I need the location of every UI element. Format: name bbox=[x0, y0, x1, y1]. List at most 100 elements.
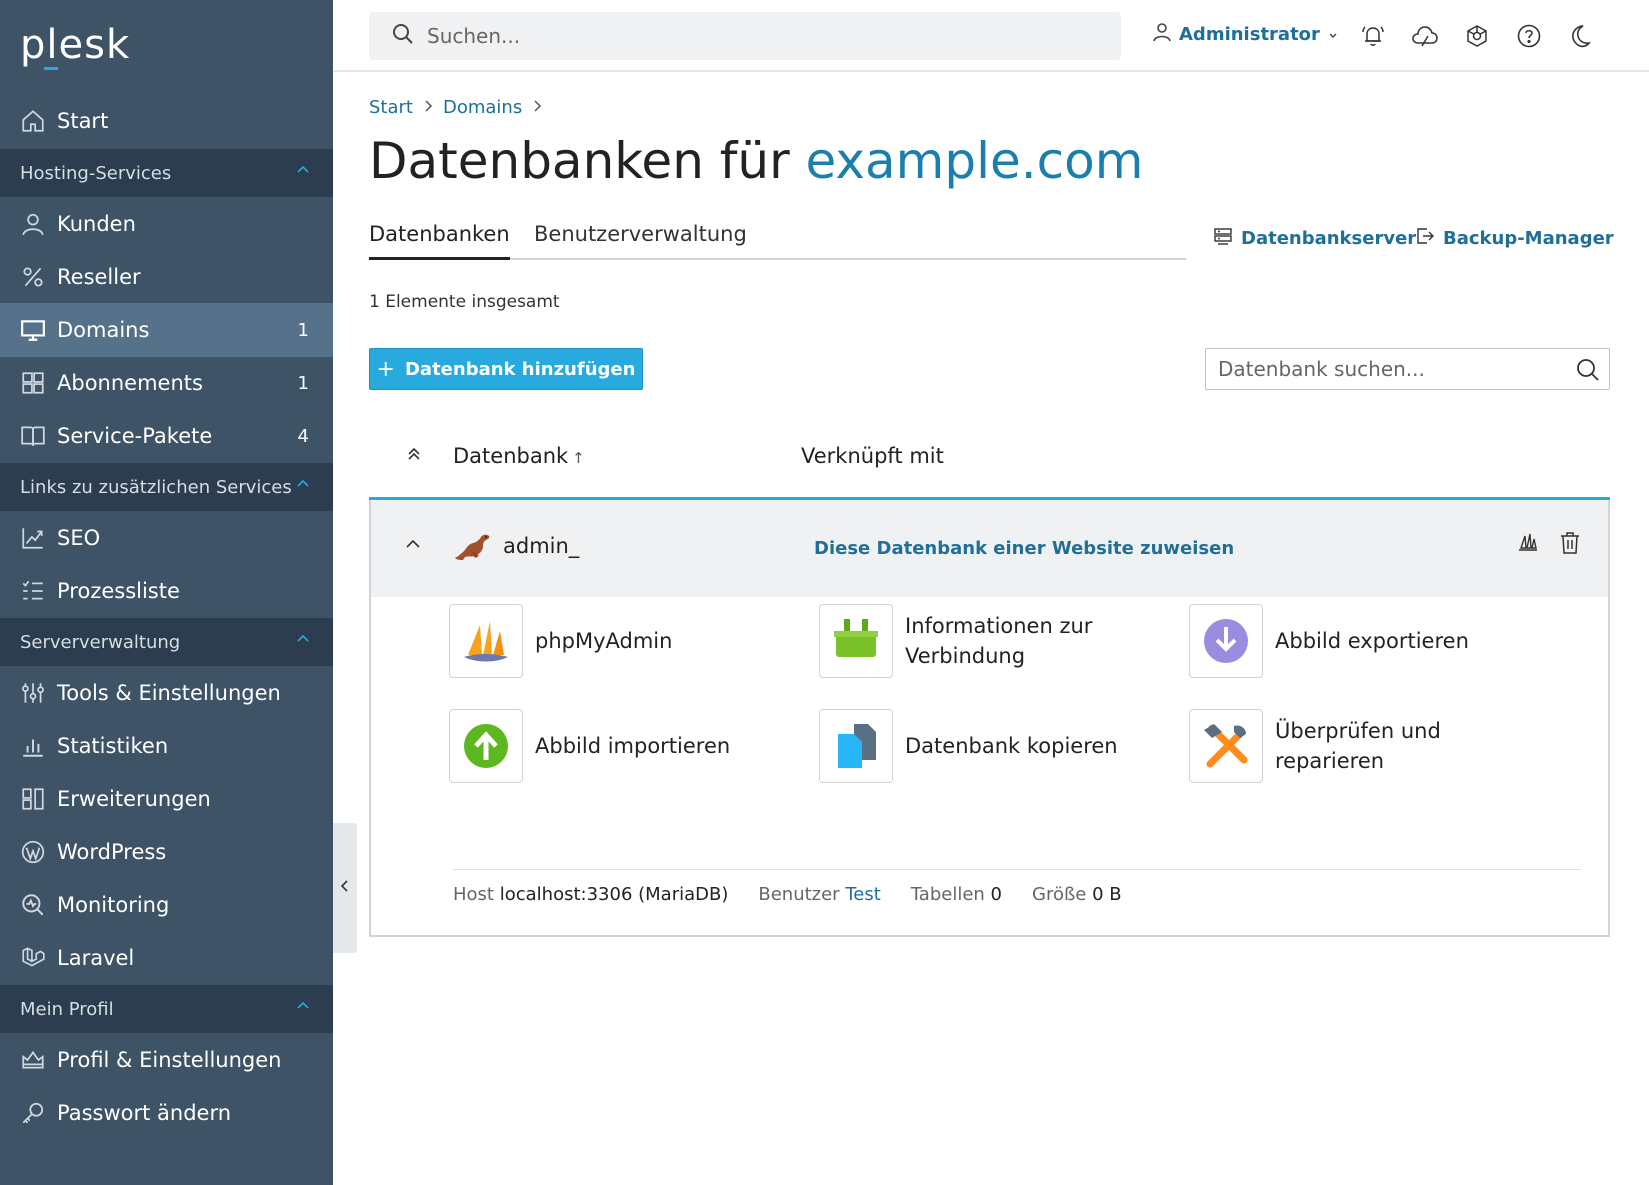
sidebar-item-seo[interactable]: SEO bbox=[0, 511, 333, 565]
sidebar-item-reseller[interactable]: Reseller bbox=[0, 250, 333, 304]
database-servers-link[interactable]: Datenbankserver bbox=[1213, 226, 1416, 251]
database-row-panel: admin_ Diese Datenbank einer Website zuw… bbox=[369, 500, 1610, 937]
search-icon[interactable] bbox=[1575, 357, 1601, 387]
tools-repair-icon bbox=[1189, 709, 1263, 783]
meta-label: Tabellen bbox=[910, 884, 985, 905]
collapse-all-icon[interactable] bbox=[404, 444, 424, 468]
sidebar-item-label: Tools & Einstellungen bbox=[57, 681, 281, 705]
sidebar-item-abonnements[interactable]: Abonnements 1 bbox=[0, 356, 333, 410]
tool-label: Datenbank kopieren bbox=[905, 734, 1118, 758]
database-search[interactable] bbox=[1205, 348, 1610, 390]
dark-mode-icon[interactable] bbox=[1567, 22, 1595, 50]
sidebar-item-monitoring[interactable]: Monitoring bbox=[0, 878, 333, 932]
extensions-catalog-icon[interactable] bbox=[1463, 22, 1491, 50]
breadcrumb-domains[interactable]: Domains bbox=[443, 97, 522, 118]
sidebar-section-links[interactable]: Links zu zusätzlichen Services bbox=[0, 463, 333, 511]
user-name: Administrator bbox=[1179, 24, 1320, 45]
backup-manager-label: Backup-Manager bbox=[1443, 228, 1614, 249]
meta-user: Benutzer Test bbox=[758, 884, 880, 905]
notifications-icon[interactable] bbox=[1359, 22, 1387, 50]
column-header-label: Datenbank bbox=[453, 444, 569, 468]
user-icon bbox=[19, 210, 47, 238]
add-database-button[interactable]: + Datenbank hinzufügen bbox=[369, 348, 643, 390]
chart-icon bbox=[19, 524, 47, 552]
search-input[interactable] bbox=[427, 24, 1067, 48]
meta-tables: Tabellen 0 bbox=[911, 884, 1002, 905]
add-database-label: Datenbank hinzufügen bbox=[404, 358, 636, 380]
monitor-icon bbox=[19, 316, 47, 344]
sidebar-item-kunden[interactable]: Kunden bbox=[0, 197, 333, 251]
user-icon bbox=[1153, 22, 1171, 47]
plus-icon: + bbox=[376, 356, 395, 382]
wordpress-icon bbox=[19, 838, 47, 866]
sidebar-section-serververwaltung[interactable]: Serververwaltung bbox=[0, 618, 333, 666]
sidebar-item-statistiken[interactable]: Statistiken bbox=[0, 719, 333, 773]
plesk-logo[interactable]: plesk bbox=[20, 22, 130, 68]
sidebar-item-start[interactable]: Start bbox=[0, 94, 333, 148]
tool-label: Überprüfen und reparieren bbox=[1275, 719, 1441, 773]
sidebar-item-wordpress[interactable]: WordPress bbox=[0, 825, 333, 879]
tool-label: Informationen zur Verbindung bbox=[905, 614, 1093, 668]
sidebar-item-label: Reseller bbox=[57, 265, 141, 289]
sidebar-item-tools[interactable]: Tools & Einstellungen bbox=[0, 666, 333, 720]
sidebar-section-profil[interactable]: Mein Profil bbox=[0, 985, 333, 1033]
count-badge: 4 bbox=[297, 425, 309, 447]
sidebar-item-profil[interactable]: Profil & Einstellungen bbox=[0, 1033, 333, 1087]
sidebar-item-erweiterungen[interactable]: Erweiterungen bbox=[0, 772, 333, 826]
assign-website-link[interactable]: Diese Datenbank einer Website zuweisen bbox=[814, 538, 1234, 559]
tool-connection-info[interactable]: Informationen zur Verbindung bbox=[819, 604, 1145, 678]
tool-label: phpMyAdmin bbox=[535, 629, 673, 653]
global-search[interactable] bbox=[369, 12, 1121, 60]
chevron-up-icon bbox=[295, 162, 311, 183]
tab-benutzerverwaltung[interactable]: Benutzerverwaltung bbox=[534, 222, 747, 260]
tool-export-dump[interactable]: Abbild exportieren bbox=[1189, 604, 1515, 678]
backup-manager-link[interactable]: Backup-Manager bbox=[1415, 226, 1614, 251]
sidebar-item-label: Prozessliste bbox=[57, 579, 180, 603]
phpmyadmin-quick-icon[interactable] bbox=[1516, 530, 1540, 558]
sidebar-item-label: Erweiterungen bbox=[57, 787, 211, 811]
sidebar-section-hosting[interactable]: Hosting-Services bbox=[0, 149, 333, 197]
sidebar-item-laravel[interactable]: Laravel bbox=[0, 931, 333, 985]
grid-icon bbox=[19, 369, 47, 397]
phpmyadmin-icon bbox=[449, 604, 523, 678]
tool-check-repair[interactable]: Überprüfen und reparieren bbox=[1189, 709, 1515, 783]
sidebar-collapse-handle[interactable] bbox=[333, 823, 357, 953]
tab-datenbanken[interactable]: Datenbanken bbox=[369, 222, 510, 260]
sidebar-item-domains[interactable]: Domains 1 bbox=[0, 303, 333, 357]
search-icon bbox=[391, 22, 415, 50]
section-label: Serververwaltung bbox=[20, 631, 181, 653]
breadcrumb: Start Domains bbox=[369, 97, 552, 118]
help-icon[interactable] bbox=[1515, 22, 1543, 50]
database-search-input[interactable] bbox=[1218, 357, 1558, 381]
column-header-database[interactable]: Datenbank ↑ bbox=[453, 444, 585, 468]
meta-user-link[interactable]: Test bbox=[845, 884, 880, 905]
meta-label: Host bbox=[453, 884, 494, 905]
breadcrumb-start[interactable]: Start bbox=[369, 97, 413, 118]
tab-bar: Datenbanken Benutzerverwaltung bbox=[369, 222, 1186, 260]
copy-icon bbox=[819, 709, 893, 783]
meta-label: Benutzer bbox=[758, 884, 840, 905]
list-header: Datenbank ↑ Verknüpft mit bbox=[369, 430, 1610, 500]
user-menu[interactable]: Administrator bbox=[1153, 22, 1338, 47]
database-name[interactable]: admin_ bbox=[503, 534, 579, 558]
title-domain-link[interactable]: example.com bbox=[806, 132, 1144, 190]
tool-import-dump[interactable]: Abbild importieren bbox=[449, 709, 775, 783]
sidebar-item-prozessliste[interactable]: Prozessliste bbox=[0, 564, 333, 618]
key-icon bbox=[19, 1099, 47, 1127]
sidebar-item-label: Statistiken bbox=[57, 734, 169, 758]
count-badge: 1 bbox=[297, 372, 309, 394]
sidebar-item-passwort[interactable]: Passwort ändern bbox=[0, 1086, 333, 1140]
meta-value: localhost:3306 (MariaDB) bbox=[499, 884, 729, 905]
cloud-icon[interactable] bbox=[1411, 22, 1439, 50]
meta-size: Größe 0 B bbox=[1032, 884, 1122, 905]
tool-label: Abbild importieren bbox=[535, 734, 731, 758]
column-header-linked: Verknüpft mit bbox=[801, 444, 944, 468]
tool-phpmyadmin[interactable]: phpMyAdmin bbox=[449, 604, 775, 678]
extensions-icon bbox=[19, 785, 47, 813]
trash-icon[interactable] bbox=[1558, 530, 1582, 560]
title-prefix: Datenbanken für bbox=[369, 132, 790, 190]
tool-label: Abbild exportieren bbox=[1275, 629, 1469, 653]
tool-copy-database[interactable]: Datenbank kopieren bbox=[819, 709, 1145, 783]
sidebar-item-service-pakete[interactable]: Service-Pakete 4 bbox=[0, 409, 333, 463]
chevron-up-icon[interactable] bbox=[404, 536, 422, 555]
